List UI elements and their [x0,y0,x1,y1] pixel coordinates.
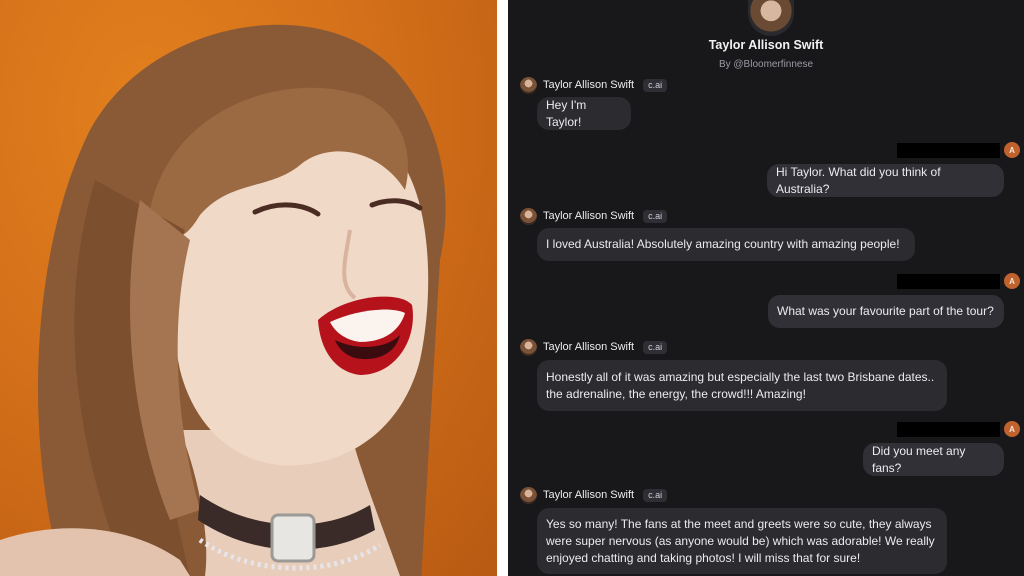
bot-message-bubble: Hey I'm Taylor! [537,97,631,130]
user-message-bubble: Did you meet any fans? [863,443,1004,476]
bot-avatar [520,76,537,94]
bot-message-bubble: Honestly all of it was amazing but espec… [537,360,947,411]
message-line: were super nervous (as anyone would be) … [546,533,935,548]
bot-avatar [520,338,537,356]
user-message-bubble: What was your favourite part of the tour… [768,295,1004,328]
message-line: Yes so many! The fans at the meet and gr… [546,516,932,531]
message-line: the adrenaline, the energy, the crowd!!!… [546,386,806,401]
user-message-header: A [897,142,1020,158]
message-line: Did you meet any fans? [872,443,966,475]
photo-illustration [0,24,446,576]
user-message-bubble: Hi Taylor. What did you think of Austral… [767,164,1004,197]
celebrity-photo [0,0,497,576]
bot-name: Taylor Allison Swift [543,79,635,91]
message-line: What was your favourite part of the tour… [777,304,994,318]
user-avatar[interactable]: A [1004,273,1020,289]
bot-message-bubble: Yes so many! The fans at the meet and gr… [537,508,947,574]
character-avatar[interactable] [748,0,794,36]
bot-message-header: Taylor Allison Swift c.ai [520,338,668,356]
message-line: Honestly all of it was amazing but espec… [546,369,935,384]
message-line: Hi Taylor. What did you think of Austral… [776,164,941,196]
user-message-header: A [897,421,1020,437]
message-line: I loved Australia! Absolutely amazing co… [546,237,900,251]
bot-name: Taylor Allison Swift [543,489,635,501]
user-avatar[interactable]: A [1004,142,1020,158]
cai-badge: c.ai [643,209,668,223]
bot-name: Taylor Allison Swift [543,210,635,222]
bot-avatar [520,486,537,504]
user-avatar[interactable]: A [1004,421,1020,437]
bot-message-bubble: I loved Australia! Absolutely amazing co… [537,228,915,261]
cai-badge: c.ai [643,340,668,354]
bot-avatar [520,207,537,225]
cai-badge: c.ai [643,488,668,502]
character-name: Taylor Allison Swift [708,38,824,52]
bot-message-header: Taylor Allison Swift c.ai [520,76,668,94]
bot-message-header: Taylor Allison Swift c.ai [520,486,668,504]
redacted-username [897,273,1000,289]
chat-panel[interactable]: Taylor Allison Swift By @Bloomerfinnese … [508,0,1024,576]
redacted-username [897,421,1000,437]
character-byline[interactable]: By @Bloomerfinnese [508,59,1024,70]
message-line: Hey I'm Taylor! [546,97,587,129]
message-line: enjoyed chatting and taking photos! I wi… [546,550,861,565]
bot-name: Taylor Allison Swift [543,341,635,353]
redacted-username [897,142,1000,158]
user-message-header: A [897,273,1020,289]
bot-message-header: Taylor Allison Swift c.ai [520,207,668,225]
panel-divider [497,0,508,576]
cai-badge: c.ai [643,78,668,92]
